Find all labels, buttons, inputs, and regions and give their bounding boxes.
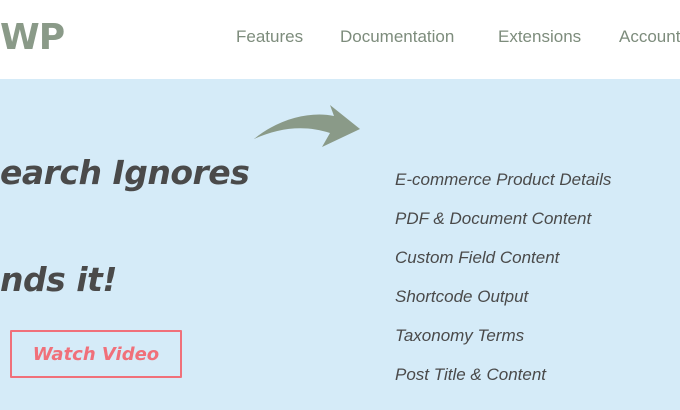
feature-item: Taxonomy Terms: [395, 326, 525, 345]
curved-arrow-icon: [254, 105, 360, 147]
feature-item: PDF & Document Content: [395, 209, 592, 228]
hero-headline-line1: earch Ignores: [0, 153, 250, 192]
feature-item: E-commerce Product Details: [395, 170, 612, 189]
site-logo[interactable]: WP: [0, 16, 65, 60]
feature-list: E-commerce Product Details PDF & Documen…: [395, 169, 611, 403]
feature-item: Custom Field Content: [395, 248, 560, 267]
hero-section: earch Ignores nds it! Watch Video E-comm…: [0, 79, 680, 410]
nav-documentation[interactable]: Documentation: [340, 26, 454, 48]
nav-account[interactable]: Account: [619, 26, 680, 48]
nav-features[interactable]: Features: [236, 26, 303, 48]
watch-video-button[interactable]: Watch Video: [10, 330, 182, 378]
feature-item: Post Title & Content: [395, 365, 547, 384]
site-header: WP Features Documentation Extensions Acc…: [0, 0, 680, 79]
hero-headline-line2: nds it!: [0, 260, 117, 299]
feature-item: Shortcode Output: [395, 287, 529, 306]
nav-extensions[interactable]: Extensions: [498, 26, 581, 48]
